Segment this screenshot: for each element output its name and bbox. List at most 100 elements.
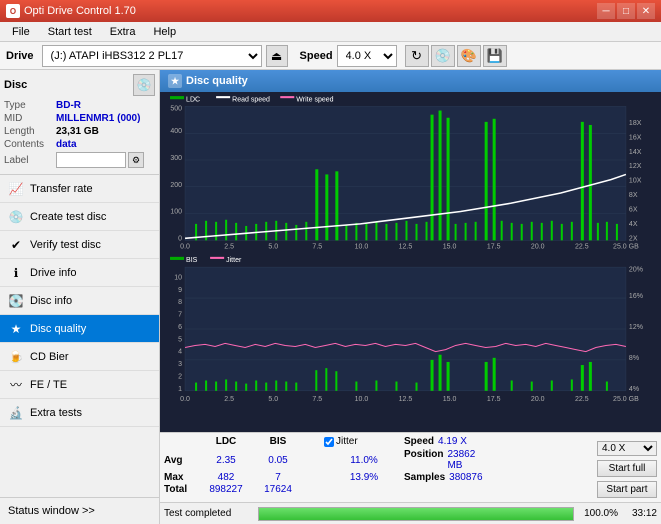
- nav-transfer-rate-label: Transfer rate: [30, 183, 93, 195]
- max-jitter: 13.9%: [324, 472, 404, 483]
- svg-text:BIS: BIS: [186, 256, 198, 264]
- nav-drive-info[interactable]: ℹ Drive info: [0, 259, 159, 287]
- nav-verify-test-disc[interactable]: ✔ Verify test disc: [0, 231, 159, 259]
- stats-left: LDC BIS Jitter Speed 4.19 X Avg 2.35: [160, 433, 593, 502]
- svg-text:3: 3: [178, 360, 182, 368]
- titlebar: O Opti Drive Control 1.70 ─ □ ✕: [0, 0, 661, 22]
- chart-header: ★ Disc quality: [160, 70, 661, 92]
- disc-mid-label: MID: [4, 113, 56, 124]
- charts-svg: LDC Read speed Write speed 0 100 200 300…: [160, 92, 661, 432]
- stats-max-row: Max 482 7 13.9% Samples 380876: [164, 472, 589, 483]
- svg-text:14X: 14X: [629, 148, 642, 156]
- svg-text:20.0: 20.0: [531, 243, 545, 251]
- nav-extra-tests[interactable]: 🔬 Extra tests: [0, 399, 159, 427]
- progress-bar-outer: [258, 507, 574, 521]
- maximize-button[interactable]: □: [617, 3, 635, 19]
- svg-text:500: 500: [170, 104, 182, 112]
- legend-read-speed: Read speed: [232, 95, 270, 103]
- svg-text:20.0: 20.0: [531, 395, 545, 403]
- refresh-button[interactable]: ↻: [405, 45, 429, 67]
- disc-icon-button[interactable]: 💿: [133, 74, 155, 96]
- samples-label: Samples: [404, 472, 445, 483]
- start-full-button[interactable]: Start full: [597, 460, 657, 477]
- total-label: Total: [164, 484, 200, 495]
- speed-select-drive[interactable]: 4.0 X: [337, 45, 397, 67]
- menu-file[interactable]: File: [4, 24, 38, 40]
- svg-text:10X: 10X: [629, 177, 642, 185]
- nav-disc-quality[interactable]: ★ Disc quality: [0, 315, 159, 343]
- sidebar: Disc 💿 Type BD-R MID MILLENMR1 (000) Len…: [0, 70, 160, 524]
- svg-text:7.5: 7.5: [312, 395, 322, 403]
- samples-value: 380876: [449, 472, 482, 483]
- speed-select-chart[interactable]: 4.0 X: [597, 441, 657, 456]
- save-button[interactable]: 💾: [483, 45, 507, 67]
- status-window-button[interactable]: Status window >>: [0, 498, 159, 524]
- disc-title: Disc: [4, 79, 27, 91]
- svg-text:6: 6: [178, 323, 182, 331]
- svg-text:17.5: 17.5: [487, 395, 501, 403]
- disc-info-icon: 💽: [8, 293, 24, 309]
- disc-label-label: Label: [4, 155, 56, 166]
- menu-extra[interactable]: Extra: [102, 24, 144, 40]
- main-area: Disc 💿 Type BD-R MID MILLENMR1 (000) Len…: [0, 70, 661, 524]
- disc-type-value: BD-R: [56, 100, 81, 111]
- color-button[interactable]: 🎨: [457, 45, 481, 67]
- speed-label: Speed: [300, 50, 333, 62]
- legend-ldc: LDC: [186, 95, 200, 103]
- svg-text:1: 1: [178, 385, 182, 393]
- menubar: File Start test Extra Help: [0, 22, 661, 42]
- nav-create-test-disc-label: Create test disc: [30, 211, 106, 223]
- disc-contents-value: data: [56, 139, 77, 150]
- disc-contents-row: Contents data: [4, 139, 155, 150]
- stats-avg-row: Avg 2.35 0.05 11.0% Position 23862 MB: [164, 449, 589, 471]
- nav-items: 📈 Transfer rate 💿 Create test disc ✔ Ver…: [0, 175, 159, 497]
- disc-panel: Disc 💿 Type BD-R MID MILLENMR1 (000) Len…: [0, 70, 159, 175]
- nav-disc-info[interactable]: 💽 Disc info: [0, 287, 159, 315]
- disc-label-input[interactable]: [56, 152, 126, 168]
- drive-select[interactable]: (J:) ATAPI iHBS312 2 PL17: [42, 45, 262, 67]
- jitter-label: Jitter: [336, 436, 358, 447]
- svg-text:16%: 16%: [629, 292, 644, 300]
- svg-text:300: 300: [170, 154, 182, 162]
- svg-text:8X: 8X: [629, 191, 638, 199]
- svg-text:5.0: 5.0: [268, 243, 278, 251]
- cd-bier-icon: 🍺: [8, 349, 24, 365]
- speed-avg-value: 4.19 X: [438, 436, 467, 447]
- svg-text:2.5: 2.5: [224, 243, 234, 251]
- svg-text:8%: 8%: [629, 354, 640, 362]
- avg-jitter: 11.0%: [324, 455, 404, 466]
- start-part-button[interactable]: Start part: [597, 481, 657, 498]
- disc-length-row: Length 23,31 GB: [4, 126, 155, 137]
- drive-label: Drive: [6, 50, 34, 62]
- svg-text:16X: 16X: [629, 133, 642, 141]
- position-container: Position 23862 MB: [404, 449, 474, 471]
- close-button[interactable]: ✕: [637, 3, 655, 19]
- nav-fe-te[interactable]: 〰 FE / TE: [0, 371, 159, 399]
- nav-cd-bier-label: CD Bier: [30, 351, 69, 363]
- disc-mid-value: MILLENMR1 (000): [56, 113, 140, 124]
- stats-right: 4.0 X Start full Start part: [593, 433, 661, 502]
- jitter-checkbox[interactable]: [324, 437, 334, 447]
- menu-help[interactable]: Help: [145, 24, 184, 40]
- disc-mid-row: MID MILLENMR1 (000): [4, 113, 155, 124]
- eject-button[interactable]: ⏏: [266, 45, 288, 67]
- svg-text:8: 8: [178, 298, 182, 306]
- nav-transfer-rate[interactable]: 📈 Transfer rate: [0, 175, 159, 203]
- disc-type-row: Type BD-R: [4, 100, 155, 111]
- toolbar-icons: ↻ 💿 🎨 💾: [405, 45, 507, 67]
- svg-text:2.5: 2.5: [224, 395, 234, 403]
- nav-create-test-disc[interactable]: 💿 Create test disc: [0, 203, 159, 231]
- nav-cd-bier[interactable]: 🍺 CD Bier: [0, 343, 159, 371]
- speed-container: Speed 4.19 X: [404, 436, 474, 447]
- svg-text:25.0 GB: 25.0 GB: [613, 243, 639, 251]
- disc-button[interactable]: 💿: [431, 45, 455, 67]
- progress-area: Test completed 100.0% 33:12: [160, 502, 661, 524]
- menu-start-test[interactable]: Start test: [40, 24, 100, 40]
- svg-text:22.5: 22.5: [575, 395, 589, 403]
- progress-bar-inner: [259, 508, 573, 520]
- nav-verify-test-disc-label: Verify test disc: [30, 239, 101, 251]
- minimize-button[interactable]: ─: [597, 3, 615, 19]
- disc-label-button[interactable]: ⚙: [128, 152, 144, 168]
- svg-text:7: 7: [178, 311, 182, 319]
- stats-section: LDC BIS Jitter Speed 4.19 X Avg 2.35: [160, 432, 661, 502]
